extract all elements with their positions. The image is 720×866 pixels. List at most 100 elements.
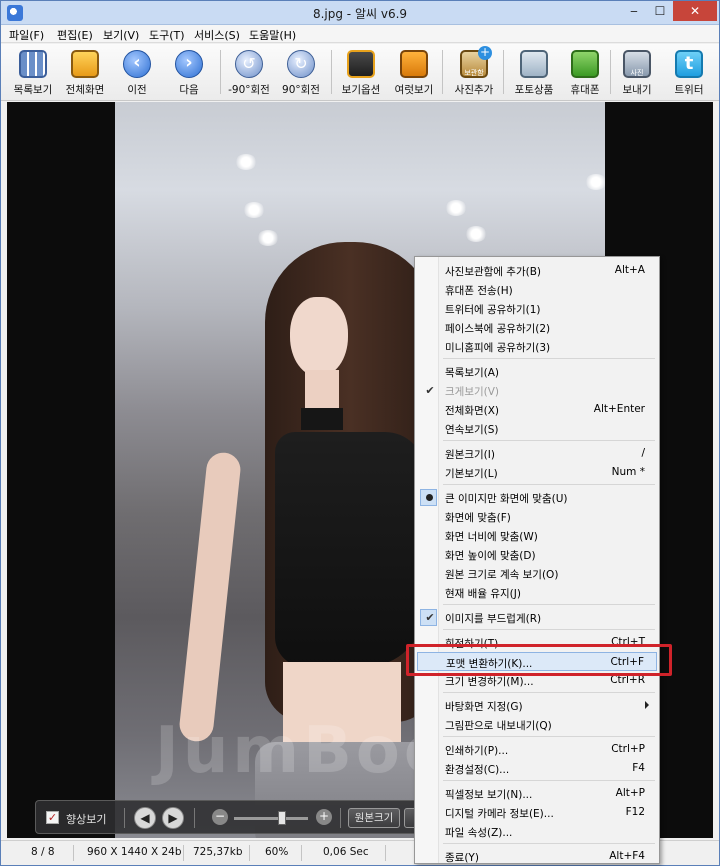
ceiling-light	[585, 174, 605, 190]
context-menu-item-label: 전체화면(X)	[445, 405, 500, 417]
context-menu-item[interactable]: 미니홈피에 공유하기(3)	[417, 337, 657, 356]
chevron-left-icon: ‹	[123, 50, 151, 78]
context-menu-item[interactable]: 휴대폰 전송(H)	[417, 280, 657, 299]
choker-shape	[301, 408, 343, 430]
context-menu-item[interactable]: 디지털 카메라 정보(E)... F12	[417, 803, 657, 822]
add-photo-label: 사진추가	[454, 84, 494, 96]
context-menu-item-label: 연속보기(S)	[445, 424, 499, 436]
radio-dot-icon	[426, 494, 433, 501]
next-button[interactable]: › 다음	[159, 48, 219, 98]
context-menu-item[interactable]: 화면 높이에 맞춤(D)	[417, 545, 657, 564]
context-menu-item[interactable]: 화면 너비에 맞춤(W)	[417, 526, 657, 545]
status-dimensions: 960 X 1440 X 24b	[87, 846, 182, 858]
previous-arrow-icon[interactable]: ◀	[134, 807, 156, 829]
context-menu-item[interactable]: 원본 크기로 계속 보기(O)	[417, 564, 657, 583]
mobile-button[interactable]: 휴대폰	[555, 48, 615, 98]
status-divider	[249, 845, 250, 861]
title-bar[interactable]: 8.jpg - 알씨 v6.9 ‒ ☐ ✕	[1, 1, 719, 25]
rotate-ccw-label: -90°회전	[228, 84, 270, 96]
context-menu-shortcut: Alt+A	[614, 264, 645, 276]
next-arrow-icon[interactable]: ▶	[162, 807, 184, 829]
context-menu-item[interactable]: ✔ 이미지를 부드럽게(R)	[417, 608, 657, 627]
list-view-button[interactable]: 목록보기	[3, 48, 63, 98]
previous-button[interactable]: ‹ 이전	[107, 48, 167, 98]
top-shape	[275, 432, 425, 667]
context-menu-item[interactable]: 트위터에 공유하기(1)	[417, 299, 657, 318]
context-menu-item[interactable]: 현재 배율 유지(J)	[417, 583, 657, 602]
context-menu-item[interactable]: 종료(Y) Alt+F4	[417, 847, 657, 866]
context-menu-item[interactable]: 큰 이미지만 화면에 맞춤(U)	[417, 488, 657, 507]
context-menu-item-label: 파일 속성(Z)...	[445, 827, 513, 839]
context-menu-item-label: 트위터에 공유하기(1)	[445, 304, 541, 316]
rotate-right-icon: ↻	[287, 50, 315, 78]
send-button[interactable]: 사진 보내기	[607, 48, 667, 98]
context-menu-item[interactable]: 목록보기(A)	[417, 362, 657, 381]
context-menu-item[interactable]: 인쇄하기(P)... Ctrl+P	[417, 740, 657, 759]
context-menu-item[interactable]: 화면에 맞춤(F)	[417, 507, 657, 526]
menu-tools[interactable]: 도구(T)	[149, 27, 185, 43]
context-menu-item[interactable]: 파일 속성(Z)...	[417, 822, 657, 841]
ceiling-light	[243, 202, 265, 218]
context-menu-item-label: 미니홈피에 공유하기(3)	[445, 342, 551, 354]
enhanced-view-checkbox[interactable]: ✓	[46, 811, 59, 824]
context-menu-item-label: 목록보기(A)	[445, 367, 500, 379]
context-menu-shortcut: /	[641, 447, 645, 459]
control-separator	[194, 808, 195, 828]
context-menu-item[interactable]: 전체화면(X) Alt+Enter	[417, 400, 657, 419]
zoom-slider-thumb[interactable]	[278, 811, 286, 825]
checkmark-icon: ✔	[425, 384, 435, 397]
viewer-control-bar: ✓ 향상보기 ◀ ▶ − + 원본크기	[35, 800, 427, 834]
menu-edit[interactable]: 편집(E)	[57, 27, 93, 43]
twitter-button[interactable]: t 트위터	[659, 48, 719, 98]
zoom-slider-track[interactable]	[234, 817, 308, 820]
zoom-in-icon[interactable]: +	[316, 809, 332, 825]
context-menu-item[interactable]: 그림판으로 내보내기(Q)	[417, 715, 657, 734]
context-menu-shortcut: Alt+Enter	[593, 403, 645, 415]
rotate-cw-button[interactable]: ↻ 90°회전	[271, 48, 331, 98]
menu-help[interactable]: 도움말(H)	[249, 27, 296, 43]
context-menu-item[interactable]: 바탕화면 지정(G)	[417, 696, 657, 715]
context-menu-item[interactable]: 픽셀정보 보기(N)... Alt+P	[417, 784, 657, 803]
context-menu: 사진보관함에 추가(B) Alt+A 휴대폰 전송(H) 트위터에 공유하기(1) 페이…	[414, 256, 660, 864]
context-menu-item[interactable]: 연속보기(S)	[417, 419, 657, 438]
context-menu-item[interactable]: 원본크기(I) /	[417, 444, 657, 463]
menu-view[interactable]: 보기(V)	[103, 27, 139, 43]
fullscreen-button[interactable]: 전체화면	[55, 48, 115, 98]
add-photo-button[interactable]: 보관함 사진추가	[444, 46, 504, 98]
zoom-out-icon[interactable]: −	[212, 809, 228, 825]
maximize-button[interactable]: ☐	[647, 1, 673, 21]
context-menu-item[interactable]: 사진보관함에 추가(B) Alt+A	[417, 261, 657, 280]
menu-service[interactable]: 서비스(S)	[194, 27, 240, 43]
send-badge: 사진	[630, 69, 644, 77]
context-menu-item-label: 기본보기(L)	[445, 468, 498, 480]
context-menu-item[interactable]: 페이스북에 공유하기(2)	[417, 318, 657, 337]
enhanced-view-label: 향상보기	[66, 813, 107, 826]
context-menu-item-label: 휴대폰 전송(H)	[445, 285, 513, 297]
view-options-button[interactable]: 보기옵션	[331, 48, 391, 98]
multi-view-button[interactable]: 여럿보기	[384, 48, 444, 98]
minimize-button[interactable]: ‒	[621, 1, 647, 21]
original-size-button[interactable]: 원본크기	[348, 808, 400, 828]
window-title: 8.jpg - 알씨 v6.9	[312, 7, 408, 21]
context-menu-separator	[443, 780, 655, 781]
send-label: 보내기	[622, 84, 652, 96]
context-menu-item-label: 디지털 카메라 정보(E)...	[445, 808, 554, 820]
context-menu-item[interactable]: 기본보기(L) Num *	[417, 463, 657, 482]
fullscreen-label: 전체화면	[65, 84, 105, 96]
rotate-cw-label: 90°회전	[282, 84, 320, 96]
context-menu-item-label: 화면 높이에 맞춤(D)	[445, 550, 536, 562]
rotate-ccw-button[interactable]: ↺ -90°회전	[219, 48, 279, 98]
context-menu-item-label: 인쇄하기(P)...	[445, 745, 509, 757]
rotate-left-icon: ↺	[235, 50, 263, 78]
context-menu-item-label: 픽셀정보 보기(N)...	[445, 789, 533, 801]
status-divider	[301, 845, 302, 861]
twitter-label: 트위터	[674, 84, 704, 96]
menu-file[interactable]: 파일(F)	[9, 27, 44, 43]
context-menu-item[interactable]: 환경설정(C)... F4	[417, 759, 657, 778]
context-menu-separator	[443, 692, 655, 693]
list-view-label: 목록보기	[13, 84, 53, 96]
context-menu-shortcut: F4	[632, 762, 645, 774]
context-menu-item[interactable]: ✔ 크게보기(V)	[417, 381, 657, 400]
close-button[interactable]: ✕	[673, 1, 717, 21]
status-time: 0,06 Sec	[323, 846, 369, 858]
